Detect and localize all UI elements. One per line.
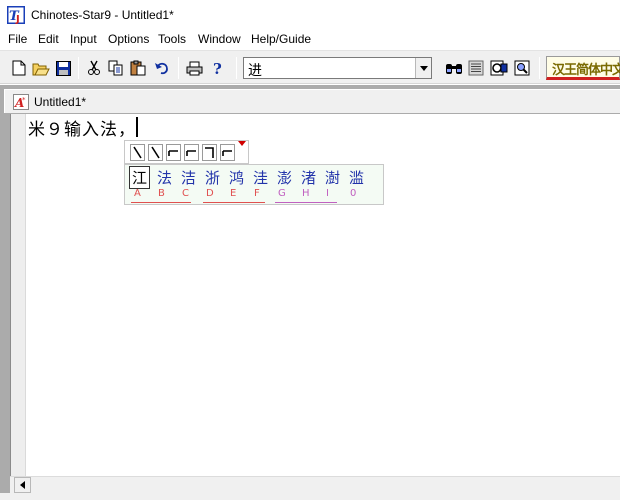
help-icon[interactable]: ?	[208, 58, 228, 78]
candidate-key: I	[326, 188, 329, 199]
menu-window[interactable]: Window	[198, 32, 241, 46]
candidate-item[interactable]: 澎	[277, 167, 292, 188]
toolbar-separator	[178, 57, 179, 79]
app-window: T J Chinotes-Star9 - Untitled1* File Edi…	[0, 0, 620, 500]
candidate-item[interactable]: 浙	[205, 167, 220, 188]
toolbar-separator	[236, 57, 237, 79]
candidate-item[interactable]: 滥	[349, 167, 364, 188]
candidate-key: A	[134, 188, 141, 199]
toolbar: ? 进 汉王简体中文	[0, 50, 620, 84]
candidate-item[interactable]: 洼	[253, 167, 268, 188]
text-caret	[136, 117, 138, 137]
stroke-glyph-icon	[168, 150, 178, 156]
document-title: Untitled1*	[34, 95, 87, 109]
stroke-button[interactable]	[166, 144, 181, 161]
menu-options[interactable]: Options	[108, 32, 149, 46]
app-logo-icon[interactable]: T J	[7, 6, 25, 25]
document-title-bar[interactable]: A * Untitled1*	[4, 89, 620, 113]
status-strip	[0, 493, 620, 500]
stroke-input-bar	[124, 140, 249, 164]
toolbar-separator	[78, 57, 79, 79]
candidate-key: E	[230, 188, 237, 199]
stroke-button[interactable]	[220, 144, 235, 161]
dropdown-arrow-icon[interactable]	[415, 58, 431, 78]
candidate-list: 江 法 洁 浙 鸿 洼 澎 渚 澍 滥 A B C D E F G H I 0	[124, 164, 384, 205]
window-title: Chinotes-Star9 - Untitled1*	[31, 8, 174, 22]
candidate-key: G	[278, 188, 286, 199]
text-view-icon[interactable]	[466, 58, 486, 78]
candidate-item[interactable]: 法	[157, 167, 172, 188]
candidate-item-selected[interactable]: 江	[129, 166, 151, 189]
stroke-glyph-icon	[133, 146, 142, 159]
open-folder-icon[interactable]	[31, 58, 51, 78]
new-file-icon[interactable]	[9, 58, 29, 78]
candidate-key: F	[254, 188, 260, 199]
editor-gutter	[11, 114, 26, 476]
menu-input[interactable]: Input	[70, 32, 97, 46]
key-group-underline	[203, 202, 265, 203]
ime-candidate-window: 江 法 洁 浙 鸿 洼 澎 渚 澍 滥 A B C D E F G H I 0	[124, 140, 384, 205]
menu-file[interactable]: File	[8, 32, 27, 46]
font-combo-box[interactable]: 进	[243, 57, 432, 79]
stroke-button[interactable]	[202, 144, 217, 161]
print-icon[interactable]	[184, 58, 204, 78]
horizontal-scrollbar[interactable]	[10, 476, 620, 493]
candidate-item[interactable]: 鸿	[229, 167, 244, 188]
ime-logo[interactable]: 汉王简体中文	[546, 56, 620, 80]
candidate-key: H	[302, 188, 310, 199]
svg-text:*: *	[22, 96, 26, 104]
stroke-button[interactable]	[184, 144, 199, 161]
copy-icon[interactable]	[106, 58, 126, 78]
ime-logo-text: 汉王简体中文	[552, 63, 620, 78]
paste-icon[interactable]	[128, 58, 148, 78]
menu-tools[interactable]: Tools	[158, 32, 186, 46]
scroll-left-icon[interactable]	[14, 477, 31, 493]
zoom-icon[interactable]	[512, 58, 532, 78]
stroke-glyph-icon	[222, 150, 232, 156]
cut-icon[interactable]	[84, 58, 104, 78]
undo-icon[interactable]	[152, 58, 172, 78]
candidate-item[interactable]: 澍	[325, 167, 340, 188]
stroke-glyph-icon	[186, 150, 196, 156]
svg-text:J: J	[15, 14, 20, 24]
candidate-key: 0	[350, 188, 357, 199]
svg-text:?: ?	[213, 60, 222, 76]
title-bar: T J Chinotes-Star9 - Untitled1*	[0, 0, 620, 30]
menu-help-guide[interactable]: Help/Guide	[251, 32, 311, 46]
stroke-button[interactable]	[148, 144, 163, 161]
stroke-button[interactable]	[130, 144, 145, 161]
convert-icon[interactable]	[489, 58, 509, 78]
save-icon[interactable]	[53, 58, 73, 78]
toolbar-separator	[539, 57, 540, 79]
candidate-key: D	[206, 188, 214, 199]
document-icon: A *	[13, 94, 29, 110]
key-group-underline	[275, 202, 337, 203]
editor-content: 米９输入法，	[28, 120, 136, 140]
candidate-item[interactable]: 渚	[301, 167, 316, 188]
key-group-underline	[131, 202, 191, 203]
candidate-key: C	[182, 188, 189, 199]
stroke-dropdown-icon[interactable]	[238, 141, 246, 146]
candidate-item[interactable]: 洁	[181, 167, 196, 188]
stroke-glyph-icon	[205, 147, 214, 158]
find-binoculars-icon[interactable]	[444, 58, 464, 78]
candidate-key: B	[158, 188, 165, 199]
font-combo-value: 进	[248, 63, 262, 79]
menu-bar: File Edit Input Options Tools Window Hel…	[0, 30, 620, 50]
menu-edit[interactable]: Edit	[38, 32, 59, 46]
stroke-glyph-icon	[151, 146, 160, 159]
